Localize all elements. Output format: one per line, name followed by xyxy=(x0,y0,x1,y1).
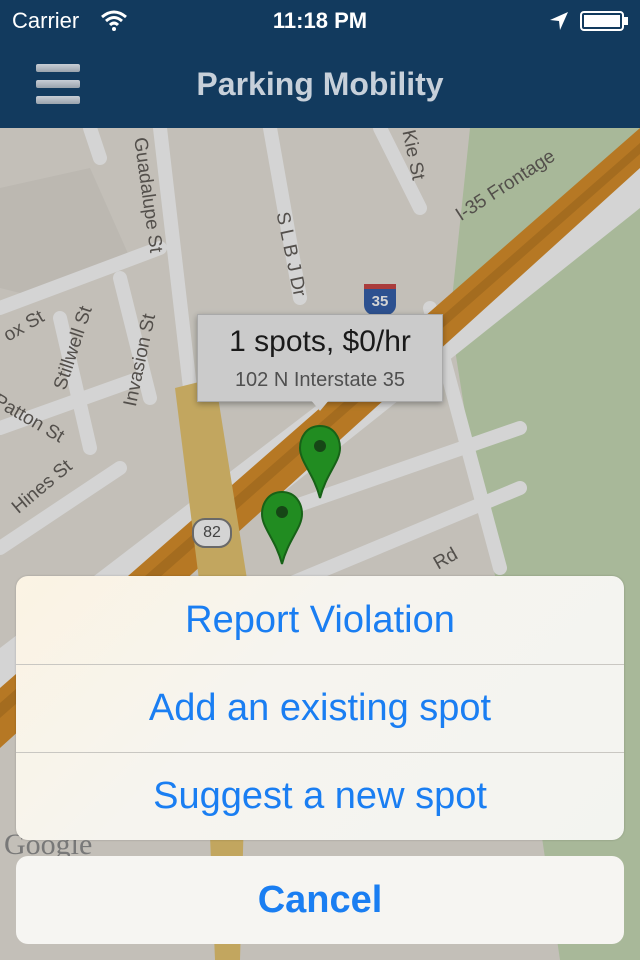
status-time: 11:18 PM xyxy=(272,8,368,33)
battery-icon xyxy=(580,11,628,31)
page-title: Parking Mobility xyxy=(196,66,444,102)
location-arrow-icon xyxy=(550,12,568,30)
status-bar: Carrier 11:18 PM xyxy=(0,0,640,40)
nav-bar: Parking Mobility xyxy=(0,40,640,128)
report-violation-button[interactable]: Report Violation xyxy=(16,576,624,664)
add-existing-spot-button[interactable]: Add an existing spot xyxy=(16,664,624,752)
cancel-button[interactable]: Cancel xyxy=(16,856,624,944)
action-sheet: Report Violation Add an existing spot Su… xyxy=(16,576,624,840)
suggest-new-spot-button[interactable]: Suggest a new spot xyxy=(16,752,624,840)
